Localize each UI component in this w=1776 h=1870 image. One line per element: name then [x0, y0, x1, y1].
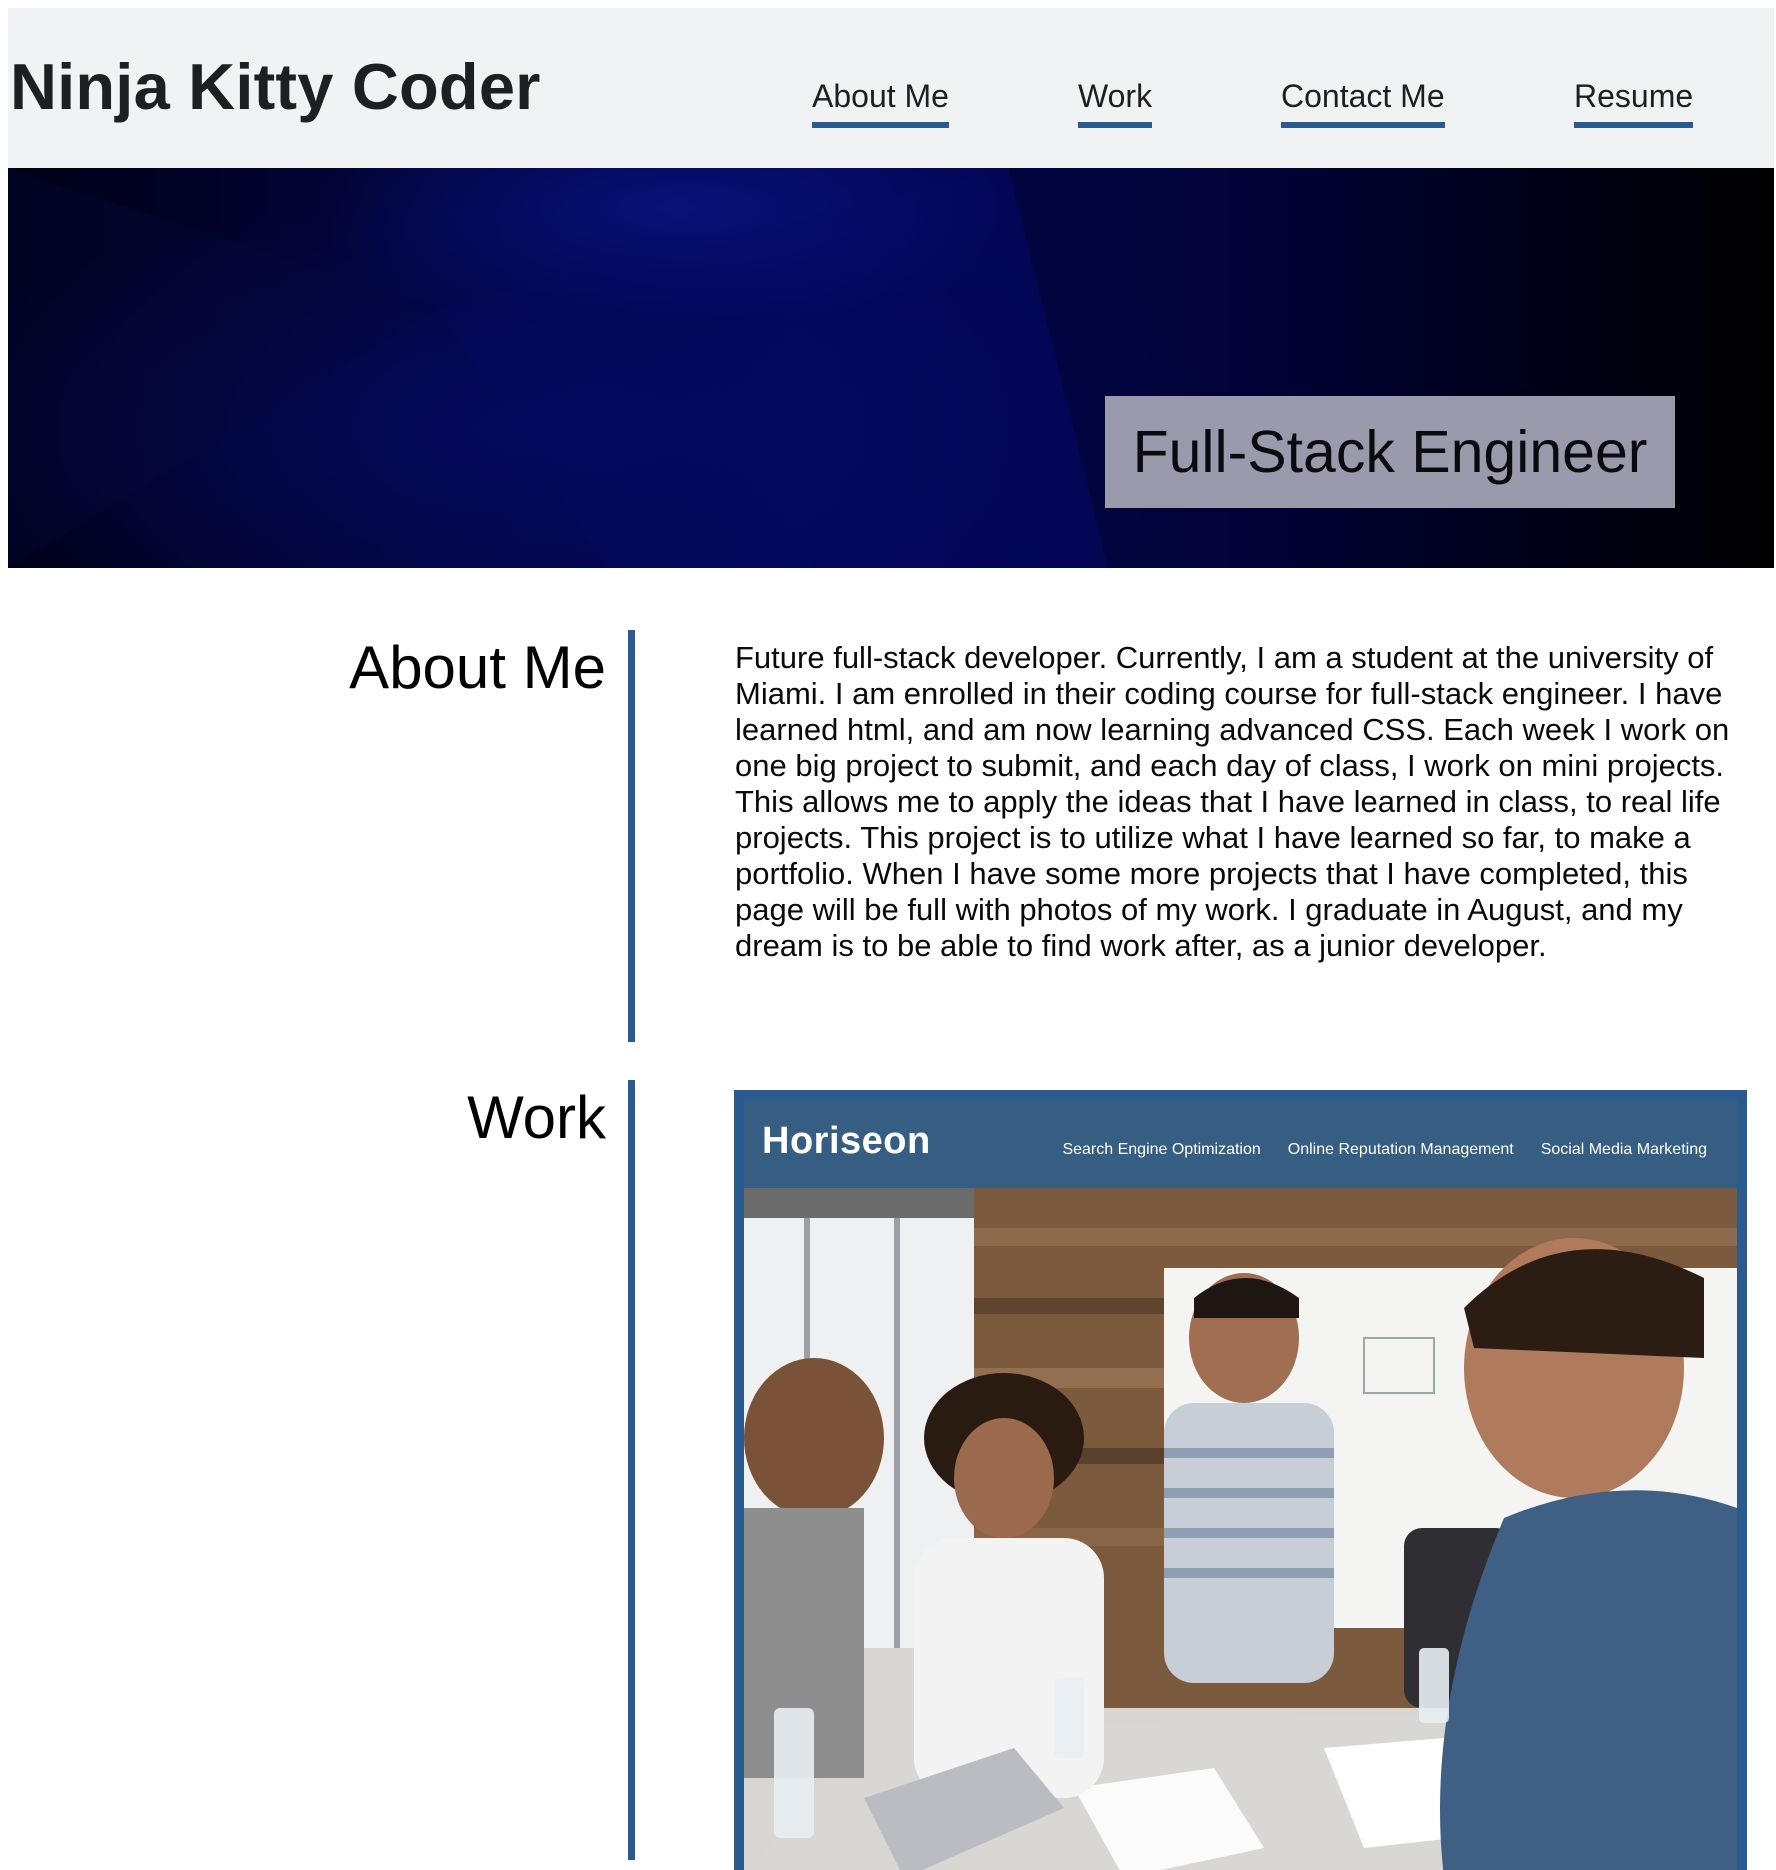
nav-link-about-me[interactable]: About Me [812, 79, 949, 128]
water-glass [1419, 1648, 1449, 1723]
shirt-stripe [1164, 1488, 1334, 1498]
project-card-horiseon[interactable]: Horiseon Search Engine Optimization Onli… [734, 1090, 1747, 1870]
project-nav-links: Search Engine Optimization Online Reputa… [1062, 1142, 1707, 1158]
person-shirt [1164, 1403, 1334, 1683]
hero-ray [438, 168, 1108, 568]
nav-link-work[interactable]: Work [1078, 79, 1153, 128]
work-heading: Work [467, 1084, 606, 1151]
team-meeting-photo [744, 1188, 1737, 1870]
nav-link-resume[interactable]: Resume [1574, 79, 1694, 128]
window-blind [744, 1188, 974, 1218]
window-frame [894, 1188, 900, 1648]
project-nav-link: Search Engine Optimization [1062, 1141, 1261, 1158]
main-nav: About Me Work Contact Me Resume [8, 79, 1774, 140]
work-divider [628, 1080, 635, 1860]
water-glass [1054, 1678, 1084, 1758]
hero-background-rays [8, 168, 1774, 568]
shirt-stripe [1164, 1448, 1334, 1458]
site-header: Ninja Kitty Coder About Me Work Contact … [8, 8, 1774, 168]
shirt-stripe [1164, 1568, 1334, 1578]
person-head [954, 1418, 1054, 1538]
project-nav-link: Online Reputation Management [1287, 1141, 1514, 1158]
project-brand: Horiseon [762, 1120, 931, 1162]
nav-link-contact-me[interactable]: Contact Me [1281, 79, 1445, 128]
hero-tagline: Full-Stack Engineer [1132, 418, 1648, 485]
person-head [744, 1358, 884, 1518]
shirt-stripe [1164, 1528, 1334, 1538]
hero-ray [8, 168, 438, 568]
about-heading: About Me [349, 634, 606, 701]
water-glass [774, 1708, 814, 1838]
about-divider [628, 630, 635, 1042]
project-screenshot-header: Horiseon Search Engine Optimization Onli… [744, 1100, 1737, 1188]
about-body: Future full-stack developer. Currently, … [735, 640, 1730, 963]
hero-ray [1008, 168, 1774, 568]
project-nav-link: Social Media Marketing [1540, 1141, 1707, 1158]
hero-tagline-box: Full-Stack Engineer [1105, 396, 1675, 508]
hero-banner: Full-Stack Engineer [8, 168, 1774, 568]
project-screenshot-photo [744, 1188, 1737, 1870]
wood-plank [974, 1228, 1737, 1246]
